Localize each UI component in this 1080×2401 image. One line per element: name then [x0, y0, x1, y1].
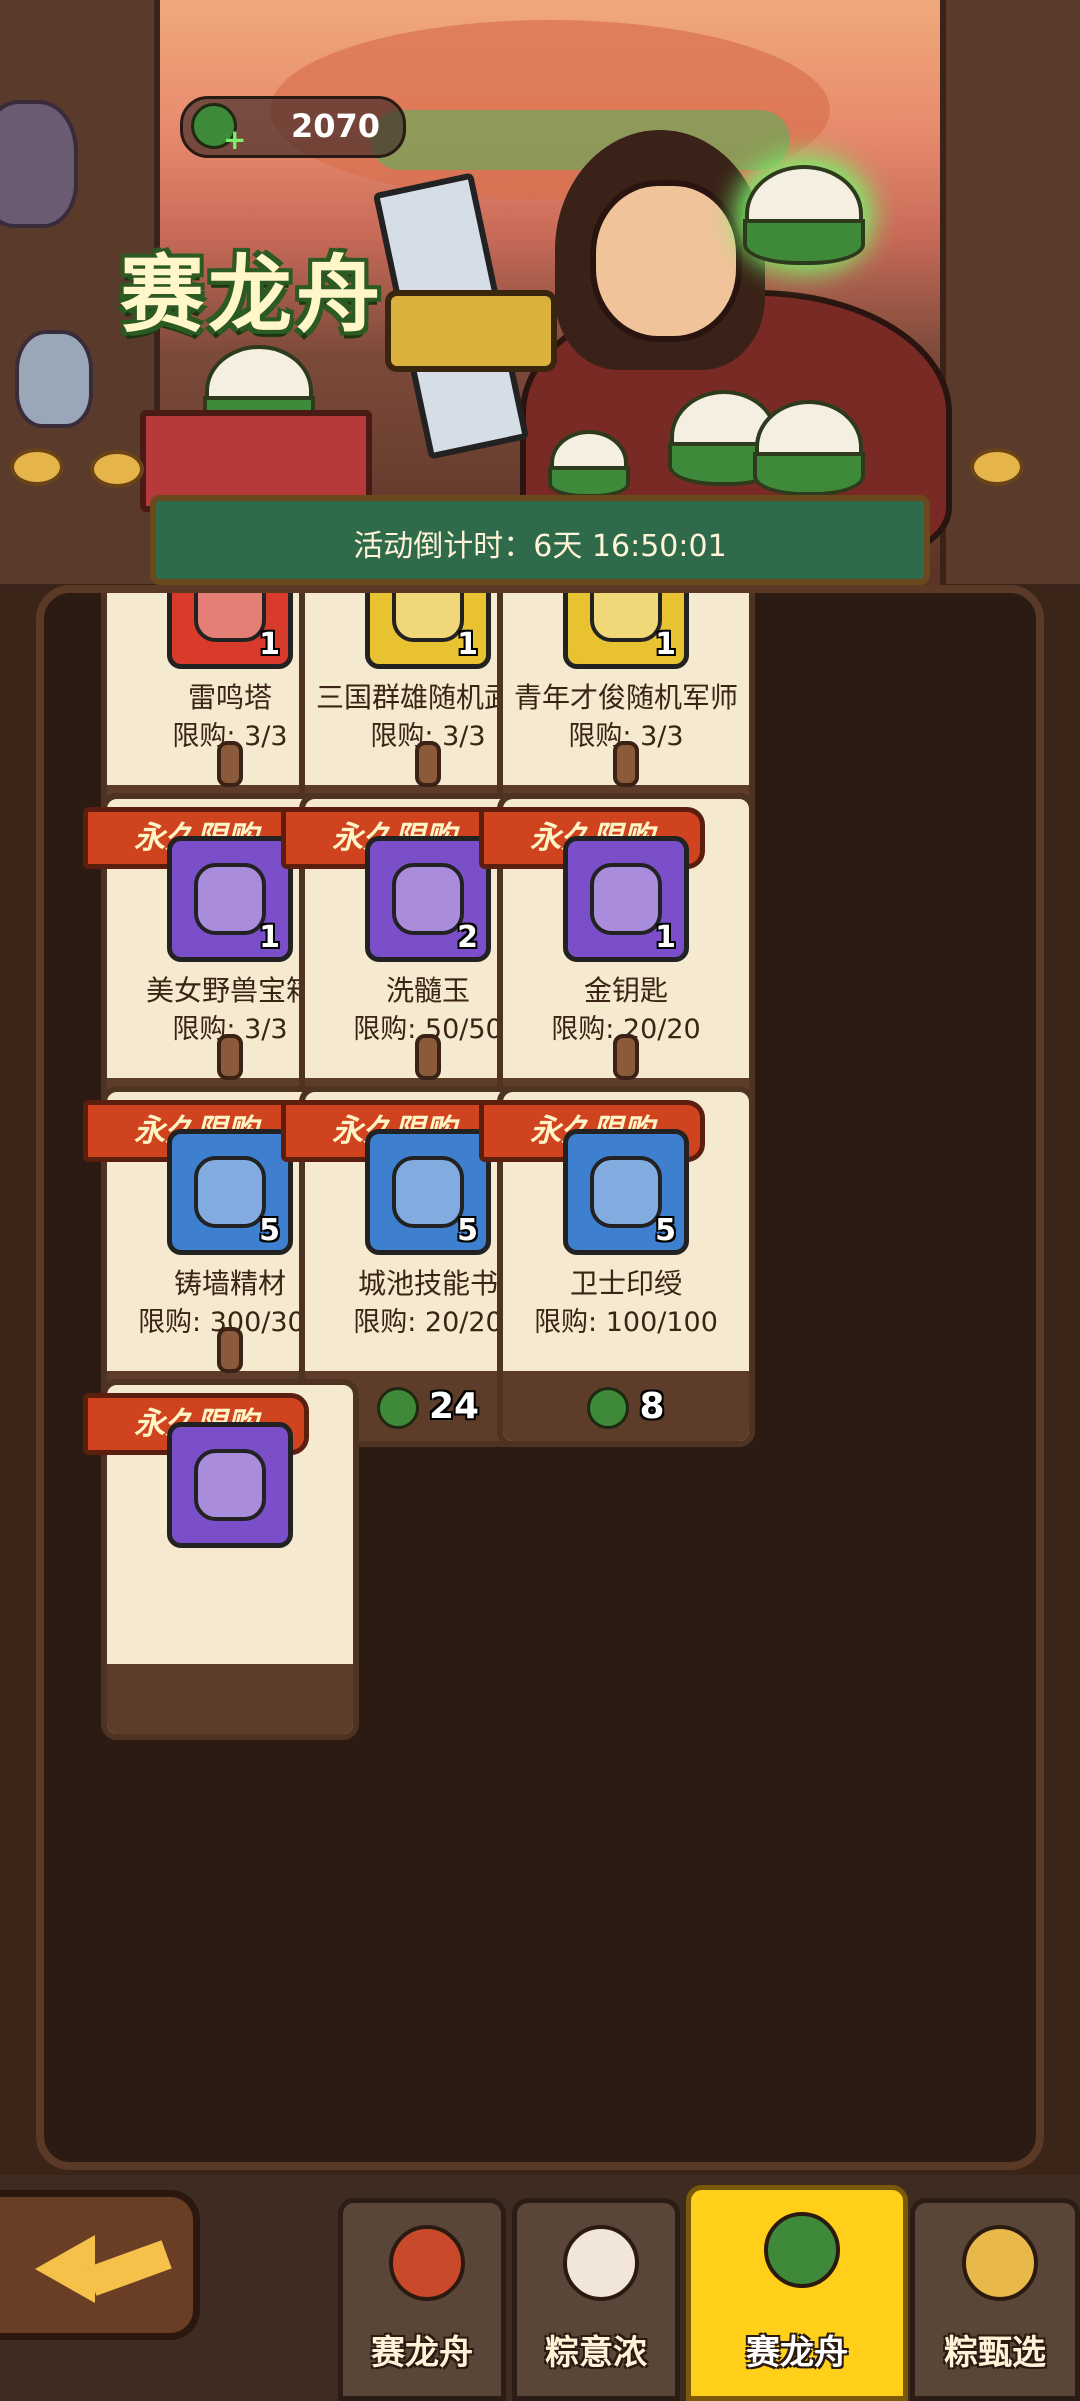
tab-label: 粽甄选 — [944, 2333, 1046, 2373]
item-quantity: 5 — [259, 1213, 280, 1248]
event-title: 赛龙舟 — [120, 246, 385, 344]
item-quantity: 5 — [655, 1213, 676, 1248]
item-art — [194, 593, 266, 642]
event-banner: 赛龙舟 + 2070 活动倒计时：6天 16:50:01 — [0, 0, 1080, 590]
random-strategist-chest-icon[interactable]: 1 — [563, 593, 689, 669]
countdown-banner: 活动倒计时：6天 16:50:01 — [150, 495, 930, 585]
beauty-beast-chest-icon[interactable]: 1 — [167, 836, 293, 962]
glowing-zongzi-icon — [743, 165, 865, 265]
tab-label: 粽意浓 — [545, 2333, 647, 2373]
dragon-icon — [389, 2225, 465, 2301]
right-shelf — [940, 0, 1080, 590]
vase-icon — [15, 330, 93, 428]
item-quantity: 1 — [259, 920, 280, 955]
hero-face — [590, 180, 742, 342]
coin-icon — [10, 448, 64, 486]
item-art — [590, 593, 662, 642]
zongzi-currency-icon — [587, 1387, 630, 1429]
item-quantity: 1 — [655, 920, 676, 955]
price-value: 24 — [428, 1386, 480, 1427]
city-skill-book-icon[interactable]: 5 — [365, 1129, 491, 1255]
tab-dragon[interactable]: 赛龙舟 — [338, 2198, 506, 2401]
zongzi-icon — [563, 2225, 639, 2301]
currency-display[interactable]: + 2070 — [180, 96, 406, 158]
item-quantity: 1 — [259, 627, 280, 662]
hang-peg — [217, 1327, 243, 1373]
item-name: 青年才俊随机军师 — [513, 681, 738, 714]
price-bar — [107, 1664, 353, 1734]
gold-ingot-icon — [962, 2225, 1038, 2301]
item-art — [194, 1449, 266, 1521]
tab-zongzi[interactable]: 粽意浓 — [512, 2198, 680, 2401]
thunder-tower-icon[interactable]: 1 — [167, 593, 293, 669]
item-art — [392, 863, 464, 935]
purchase-limit: 限购: 100/100 — [534, 1307, 718, 1338]
shop-item-card[interactable]: 永久限购5卫士印绶限购: 100/1008 — [479, 1034, 755, 1447]
item-art — [392, 593, 464, 642]
hang-peg — [613, 741, 639, 787]
item-art — [590, 863, 662, 935]
item-name: 金钥匙 — [583, 974, 668, 1007]
countdown-text: 活动倒计时：6天 16:50:01 — [353, 529, 727, 564]
item-art — [194, 863, 266, 935]
tab-label: 赛龙舟 — [371, 2333, 473, 2373]
item-quantity: 1 — [457, 627, 478, 662]
item-art — [590, 1156, 662, 1228]
wall-material-icon[interactable]: 5 — [167, 1129, 293, 1255]
vase-icon — [0, 100, 78, 228]
coin-icon — [970, 448, 1024, 486]
chest-icon[interactable] — [167, 1422, 293, 1548]
item-art — [392, 1156, 464, 1228]
sword-guard — [385, 290, 557, 372]
item-art — [194, 1156, 266, 1228]
add-currency-icon[interactable]: + — [223, 126, 246, 154]
price-value: 8 — [639, 1386, 665, 1427]
hang-peg — [415, 741, 441, 787]
zongzi-icon — [753, 400, 865, 496]
zongzi-currency-icon — [376, 1387, 419, 1429]
tab-label: 赛龙舟 — [746, 2333, 848, 2373]
hang-peg — [217, 1034, 243, 1080]
zongzi-icon — [548, 430, 630, 498]
hang-peg — [217, 741, 243, 787]
item-quantity: 1 — [655, 627, 676, 662]
marrow-jade-icon[interactable]: 2 — [365, 836, 491, 962]
coin-icon — [90, 450, 144, 488]
hang-peg — [415, 1034, 441, 1080]
random-hero-chest-icon[interactable]: 1 — [365, 593, 491, 669]
price-button[interactable]: 8 — [497, 1386, 755, 1429]
tab-zongzi-bag[interactable]: 赛龙舟 — [686, 2185, 908, 2401]
item-quantity: 2 — [457, 920, 478, 955]
hang-peg — [613, 1034, 639, 1080]
currency-amount: 2070 — [291, 107, 381, 145]
zongzi-bag-icon — [764, 2212, 840, 2288]
guard-seal-icon[interactable]: 5 — [563, 1129, 689, 1255]
golden-key-icon[interactable]: 1 — [563, 836, 689, 962]
shop-panel[interactable]: 永久限购1雷鸣塔限购: 3/32000永久限购1三国群雄随机武将限购: 3/32… — [36, 585, 1044, 2170]
item-quantity: 5 — [457, 1213, 478, 1248]
tab-gold-ingot[interactable]: 粽甄选 — [910, 2198, 1080, 2401]
item-name: 卫士印绶 — [569, 1267, 682, 1300]
shop-item-card[interactable]: 永久限购 — [83, 1327, 359, 1740]
back-button[interactable] — [0, 2190, 200, 2340]
